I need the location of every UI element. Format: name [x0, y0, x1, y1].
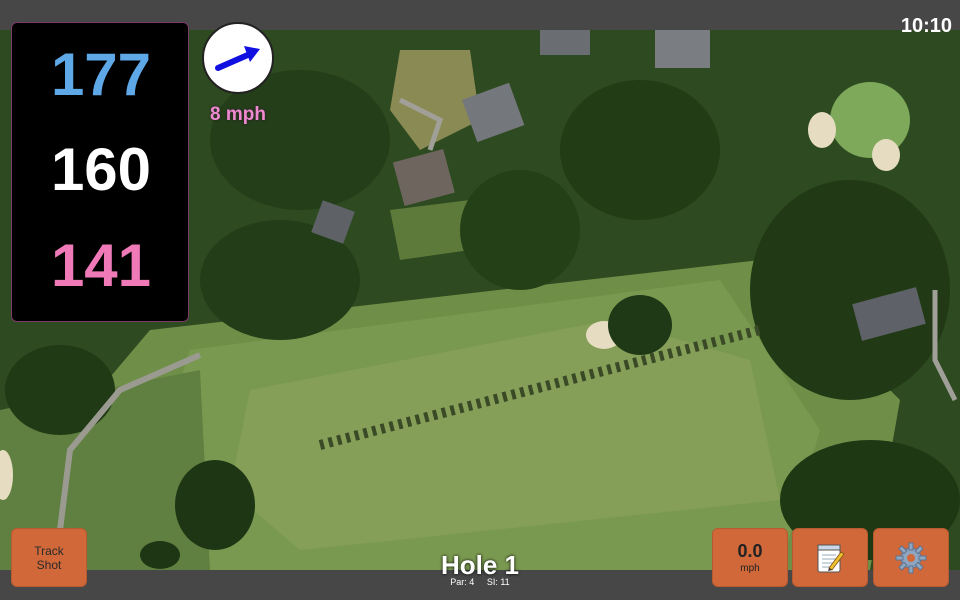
distance-panel: 177 160 141 — [11, 22, 189, 322]
distance-back: 177 — [50, 41, 152, 108]
hole-info: Par: 4 SI: 11 — [380, 577, 580, 587]
gear-icon — [895, 542, 927, 573]
hole-title: Hole 1 — [440, 550, 520, 580]
speed-button[interactable]: 0.0 mph — [712, 528, 788, 587]
distance-middle: 160 — [50, 136, 152, 203]
settings-button[interactable] — [873, 528, 949, 587]
notes-button[interactable] — [792, 528, 868, 587]
track-shot-label-line2: Shot — [36, 557, 62, 572]
hole-stroke-index: SI: 11 — [486, 577, 510, 587]
speed-value: 0.0 — [737, 540, 763, 561]
wind-speed: 8 mph — [210, 104, 266, 125]
track-shot-label-line1: Track — [34, 543, 64, 558]
hole-par: Par: 4 — [450, 577, 475, 587]
arrow-icon — [215, 46, 260, 71]
speed-unit: mph — [740, 562, 760, 574]
status-time: 10:10 — [900, 15, 952, 37]
notepad-icon — [817, 544, 845, 572]
track-shot-button[interactable]: Track Shot — [11, 528, 87, 587]
wind-indicator — [202, 22, 274, 94]
distance-front: 141 — [50, 232, 152, 299]
